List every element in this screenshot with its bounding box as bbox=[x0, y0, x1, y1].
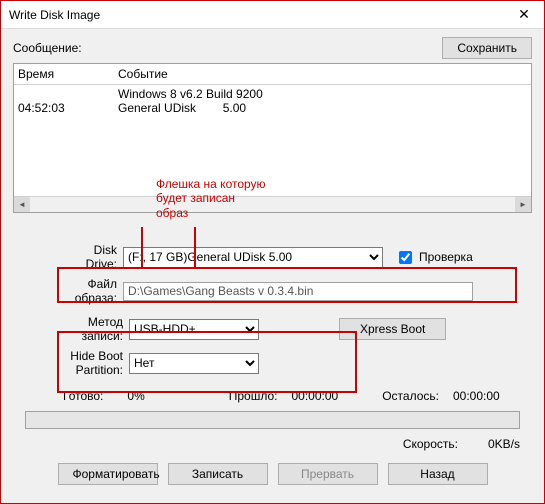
abort-button[interactable]: Прервать bbox=[278, 463, 378, 485]
log-time: 04:52:03 bbox=[18, 101, 118, 115]
scroll-left-icon[interactable]: ◄ bbox=[14, 197, 30, 213]
log-row: 04:52:03 General UDisk 5.00 bbox=[18, 101, 527, 115]
log-header-time: Время bbox=[18, 67, 118, 81]
titlebar: Write Disk Image ✕ bbox=[1, 1, 544, 29]
log-panel: Время Событие Windows 8 v6.2 Build 9200 … bbox=[13, 63, 532, 213]
elapsed-label: Прошло: bbox=[229, 389, 278, 403]
file-label: Файл образа: bbox=[13, 277, 123, 305]
annotation-text: Флешка на которую будет записан образ bbox=[156, 177, 266, 220]
check-label: Проверка bbox=[419, 250, 473, 264]
check-checkbox-row[interactable]: Проверка bbox=[395, 248, 473, 267]
ready-value: 0% bbox=[127, 389, 144, 403]
disk-drive-select[interactable]: (F:, 17 GB)General UDisk 5.00 bbox=[123, 247, 383, 268]
log-event: General UDisk 5.00 bbox=[118, 101, 527, 115]
annotation-line bbox=[141, 227, 143, 267]
content-area: Сообщение: Сохранить Время Событие Windo… bbox=[1, 29, 544, 501]
write-disk-image-window: Write Disk Image ✕ Сообщение: Сохранить … bbox=[0, 0, 545, 504]
save-button[interactable]: Сохранить bbox=[442, 37, 532, 59]
close-button[interactable]: ✕ bbox=[504, 1, 544, 29]
file-path-input[interactable] bbox=[123, 282, 473, 301]
close-icon: ✕ bbox=[518, 6, 530, 23]
log-body: Windows 8 v6.2 Build 9200 04:52:03 Gener… bbox=[14, 85, 531, 117]
remaining-label: Осталось: bbox=[382, 389, 439, 403]
log-event: Windows 8 v6.2 Build 9200 bbox=[118, 87, 527, 101]
window-title: Write Disk Image bbox=[9, 8, 100, 22]
annotation-line bbox=[194, 227, 196, 267]
xpress-boot-button[interactable]: Xpress Boot bbox=[339, 318, 446, 340]
speed-value: 0KB/s bbox=[488, 437, 520, 451]
message-label: Сообщение: bbox=[13, 41, 82, 55]
scroll-right-icon[interactable]: ► bbox=[515, 197, 531, 213]
write-method-select[interactable]: USB-HDD+ bbox=[129, 319, 259, 340]
elapsed-value: 00:00:00 bbox=[291, 389, 338, 403]
log-header-event: Событие bbox=[118, 67, 527, 81]
hide-boot-label: Hide Boot Partition: bbox=[13, 349, 129, 377]
write-button[interactable]: Записать bbox=[168, 463, 268, 485]
ready-label: Готово: bbox=[63, 389, 103, 403]
speed-label: Скорость: bbox=[403, 437, 458, 451]
horizontal-scrollbar[interactable]: ◄ ► bbox=[14, 196, 531, 212]
log-row: Windows 8 v6.2 Build 9200 bbox=[18, 87, 527, 101]
method-label: Метод записи: bbox=[13, 315, 129, 343]
progress-bar bbox=[25, 411, 520, 429]
back-button[interactable]: Назад bbox=[388, 463, 488, 485]
hide-boot-select[interactable]: Нет bbox=[129, 353, 259, 374]
disk-drive-label: Disk Drive: bbox=[13, 243, 123, 271]
remaining-value: 00:00:00 bbox=[453, 389, 500, 403]
check-checkbox[interactable] bbox=[399, 251, 412, 264]
format-button[interactable]: Форматировать bbox=[58, 463, 158, 485]
log-time bbox=[18, 87, 118, 101]
